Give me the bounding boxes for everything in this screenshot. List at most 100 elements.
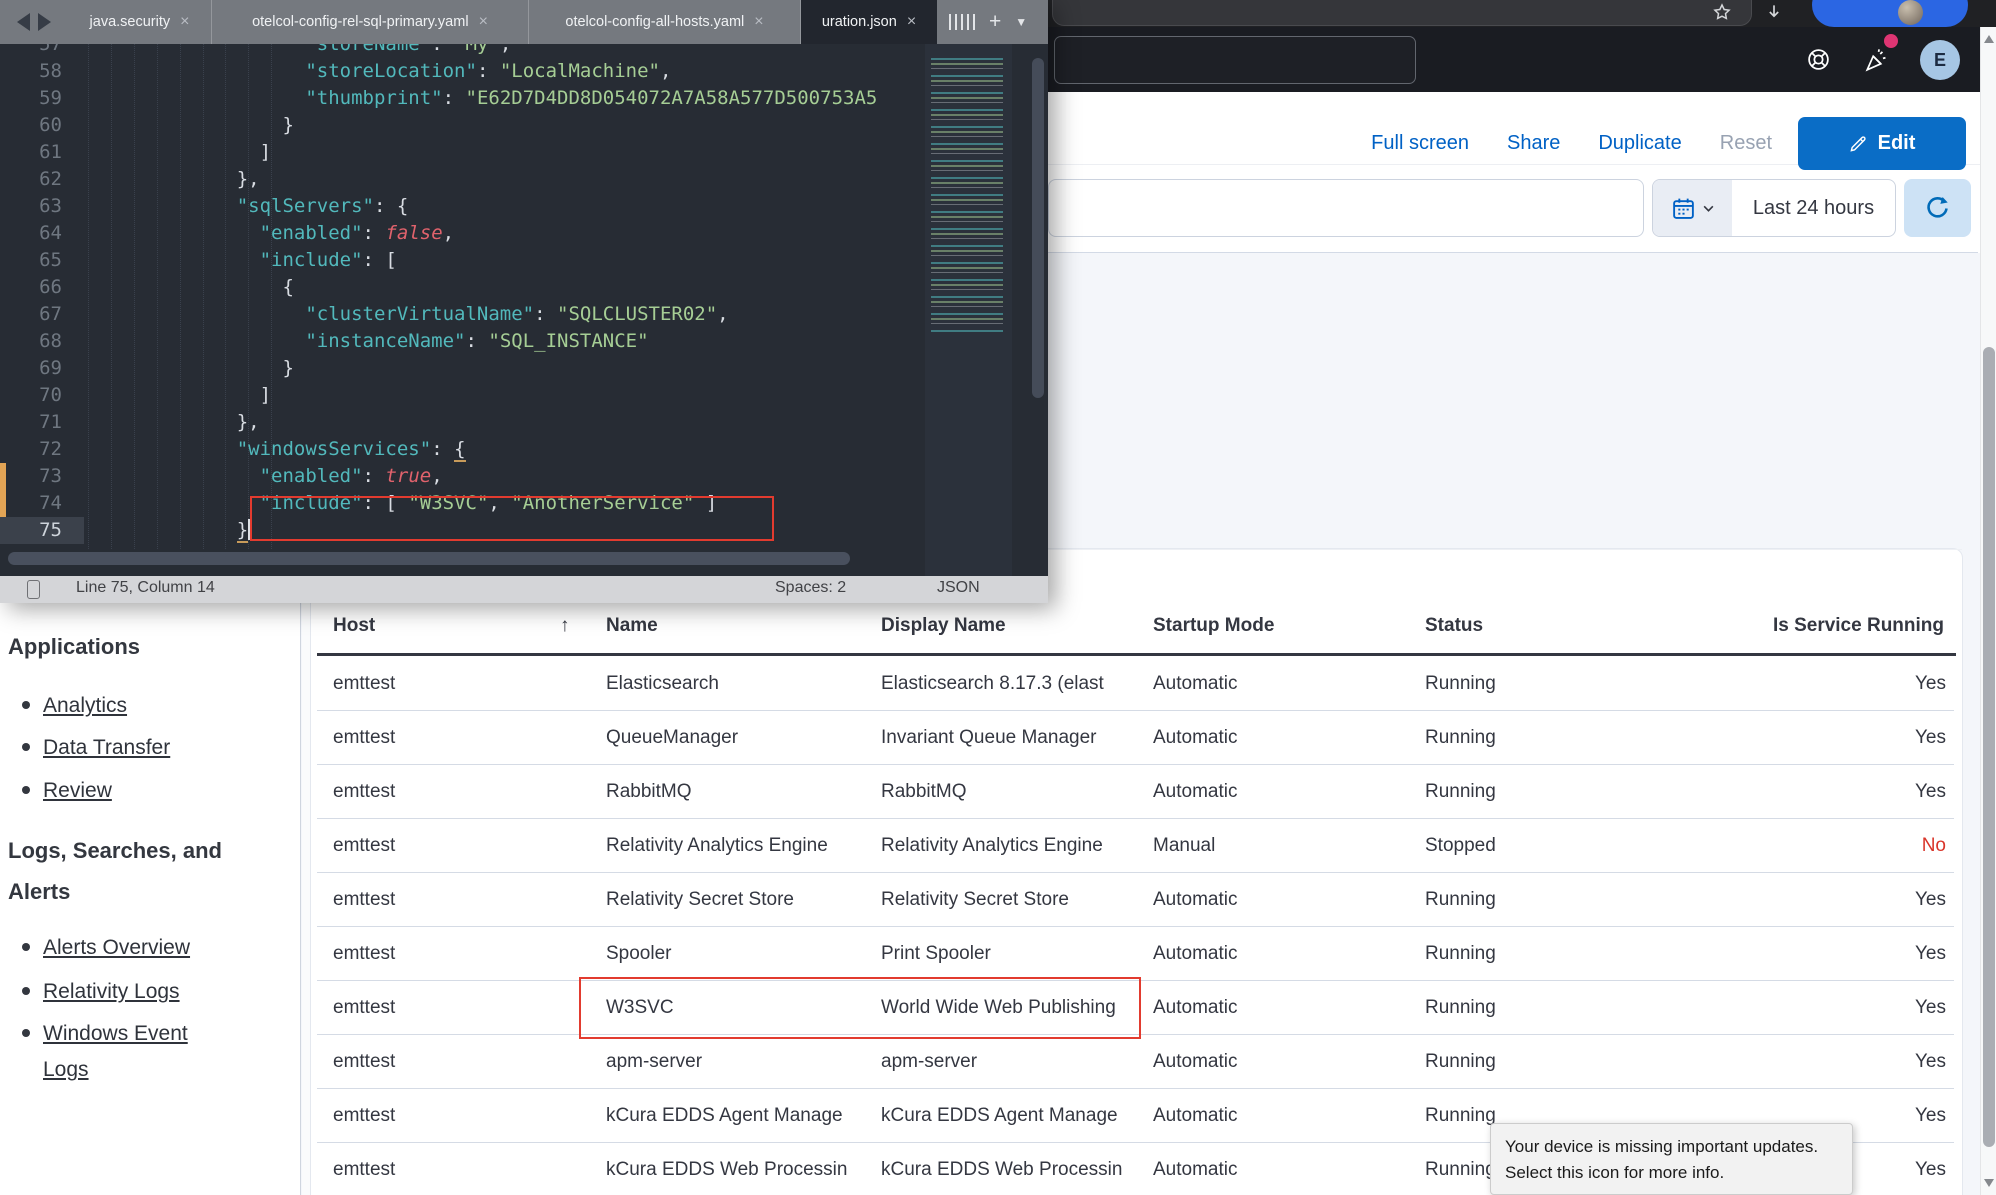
close-icon[interactable]: ×: [479, 13, 488, 31]
code-line[interactable]: 67 "clusterVirtualName": "SQLCLUSTER02",: [0, 301, 1048, 328]
code-line[interactable]: 64 "enabled": false,: [0, 220, 1048, 247]
code-token: {: [454, 438, 465, 462]
sidebar-item-analytics[interactable]: Analytics: [43, 688, 208, 724]
status-bar-icon[interactable]: [27, 580, 40, 599]
scroll-down-icon[interactable]: [1984, 1179, 1994, 1187]
table-row[interactable]: emttestSpoolerPrint SpoolerAutomaticRunn…: [311, 927, 1962, 981]
global-search-input[interactable]: [1054, 36, 1416, 84]
tab-uration.json[interactable]: uration.json×: [801, 0, 937, 44]
close-icon[interactable]: ×: [907, 13, 916, 31]
bookmark-star-icon[interactable]: [1712, 2, 1732, 22]
table-row[interactable]: emttestRelativity Secret StoreRelativity…: [311, 873, 1962, 927]
code-line[interactable]: 68 "instanceName": "SQL_INSTANCE": [0, 328, 1048, 355]
code-line[interactable]: 58 "storeLocation": "LocalMachine",: [0, 58, 1048, 85]
scrollbar-thumb[interactable]: [1983, 347, 1995, 1147]
duplicate-link[interactable]: Duplicate: [1598, 132, 1681, 155]
editor-vertical-scrollbar[interactable]: [1032, 58, 1044, 398]
code-token: [88, 44, 305, 55]
share-link[interactable]: Share: [1507, 132, 1560, 155]
table-row[interactable]: emttestRelativity Analytics EngineRelati…: [311, 819, 1962, 873]
cell-name: Relativity Analytics Engine: [606, 819, 868, 873]
tab-otelcol-config-rel-sql-primary.yaml[interactable]: otelcol-config-rel-sql-primary.yaml×: [212, 0, 529, 44]
code-line[interactable]: 61 ]: [0, 139, 1048, 166]
code-token: "enabled": [260, 465, 363, 487]
reset-link[interactable]: Reset: [1720, 132, 1772, 155]
table-row[interactable]: emttestElasticsearchElasticsearch 8.17.3…: [311, 657, 1962, 711]
code-token: ,: [443, 222, 454, 244]
back-icon[interactable]: [17, 13, 30, 31]
sidebar-item-review[interactable]: Review: [43, 773, 208, 809]
address-bar[interactable]: [1052, 0, 1752, 26]
code-text: "thumbprint": "E62D7D4DD8D054072A7A58A57…: [88, 85, 877, 112]
dashboard-search-input[interactable]: [1048, 179, 1644, 237]
forward-icon[interactable]: [38, 13, 51, 31]
close-icon[interactable]: ×: [754, 13, 763, 31]
table-row[interactable]: emttestapm-serverapm-serverAutomaticRunn…: [311, 1035, 1962, 1089]
code-area[interactable]: 57 "storeName": "My",58 "storeLocation":…: [0, 44, 1048, 576]
code-line[interactable]: 63 "sqlServers": {: [0, 193, 1048, 220]
date-picker-button[interactable]: [1653, 180, 1732, 236]
browser-extension-icon[interactable]: [1764, 2, 1784, 22]
browser-profile-button[interactable]: [1812, 0, 1968, 27]
sidebar-item-alerts-overview[interactable]: Alerts Overview: [43, 930, 208, 966]
editor-horizontal-scrollbar[interactable]: [8, 552, 850, 565]
tab-java.security[interactable]: java.security×: [68, 0, 212, 44]
code-line[interactable]: 69 }: [0, 355, 1048, 382]
column-header-status[interactable]: Status: [1425, 615, 1483, 637]
code-line[interactable]: 60 }: [0, 112, 1048, 139]
line-number: 75: [0, 517, 62, 544]
language-mode[interactable]: JSON: [937, 579, 980, 597]
code-token: ,: [660, 60, 671, 82]
code-token: "SQL_INSTANCE": [488, 330, 648, 352]
code-line[interactable]: 62 },: [0, 166, 1048, 193]
cell-name: RabbitMQ: [606, 765, 868, 819]
code-line[interactable]: 65 "include": [: [0, 247, 1048, 274]
column-header-startup[interactable]: Startup Mode: [1153, 615, 1274, 637]
code-line[interactable]: 72 "windowsServices": {: [0, 436, 1048, 463]
tab-overflow-icon[interactable]: ▼: [1015, 15, 1027, 29]
indent-setting[interactable]: Spaces: 2: [775, 579, 846, 597]
sort-asc-icon: ↑: [560, 615, 570, 637]
cell-name: QueueManager: [606, 711, 868, 765]
tab-otelcol-config-all-hosts.yaml[interactable]: otelcol-config-all-hosts.yaml×: [529, 0, 801, 44]
code-token: [88, 303, 305, 325]
column-header-host[interactable]: Host: [333, 615, 375, 637]
column-header-running[interactable]: Is Service Running: [1773, 615, 1944, 637]
code-token: :: [477, 60, 500, 82]
code-line[interactable]: 71 },: [0, 409, 1048, 436]
code-line[interactable]: 73 "enabled": true,: [0, 463, 1048, 490]
table-row[interactable]: emttestRabbitMQRabbitMQAutomaticRunningY…: [311, 765, 1962, 819]
user-avatar[interactable]: E: [1920, 40, 1960, 80]
sidebar-item-relativity-logs[interactable]: Relativity Logs: [43, 974, 208, 1010]
refresh-button[interactable]: [1904, 179, 1971, 237]
code-token: "thumbprint": [305, 87, 442, 109]
code-line[interactable]: 57 "storeName": "My",: [0, 44, 1048, 58]
edit-button[interactable]: Edit: [1798, 117, 1966, 170]
minimap[interactable]: [925, 44, 1012, 576]
new-tab-icon[interactable]: +: [989, 10, 1001, 34]
browser-scrollbar[interactable]: [1980, 27, 1996, 1195]
close-icon[interactable]: ×: [180, 13, 189, 31]
table-row[interactable]: emttestQueueManagerInvariant Queue Manag…: [311, 711, 1962, 765]
code-line[interactable]: 66 {: [0, 274, 1048, 301]
cell-host: emttest: [333, 1143, 583, 1195]
cell-name: Spooler: [606, 927, 868, 981]
code-line[interactable]: 59 "thumbprint": "E62D7D4DD8D054072A7A58…: [0, 85, 1048, 112]
sidebar-item-data-transfer[interactable]: Data Transfer: [43, 730, 208, 766]
time-range-value[interactable]: Last 24 hours: [1732, 180, 1895, 236]
cursor-position[interactable]: Line 75, Column 14: [76, 579, 215, 597]
column-header-display[interactable]: Display Name: [881, 615, 1006, 637]
code-line[interactable]: 70 ]: [0, 382, 1048, 409]
scroll-up-icon[interactable]: [1984, 35, 1994, 43]
news-feed-icon[interactable]: [1864, 47, 1890, 73]
column-header-name[interactable]: Name: [606, 615, 658, 637]
cell-display: RabbitMQ: [881, 765, 1141, 819]
code-text: }: [88, 355, 294, 382]
sidebar-item-windows-event-logs[interactable]: Windows Event Logs: [43, 1016, 208, 1088]
full-screen-link[interactable]: Full screen: [1371, 132, 1469, 155]
browser-profile-avatar[interactable]: [1898, 0, 1923, 25]
help-icon[interactable]: [1806, 47, 1831, 72]
code-token: [88, 330, 305, 352]
editor-layout-icon[interactable]: [949, 14, 975, 30]
cell-status: Stopped: [1425, 819, 1675, 873]
